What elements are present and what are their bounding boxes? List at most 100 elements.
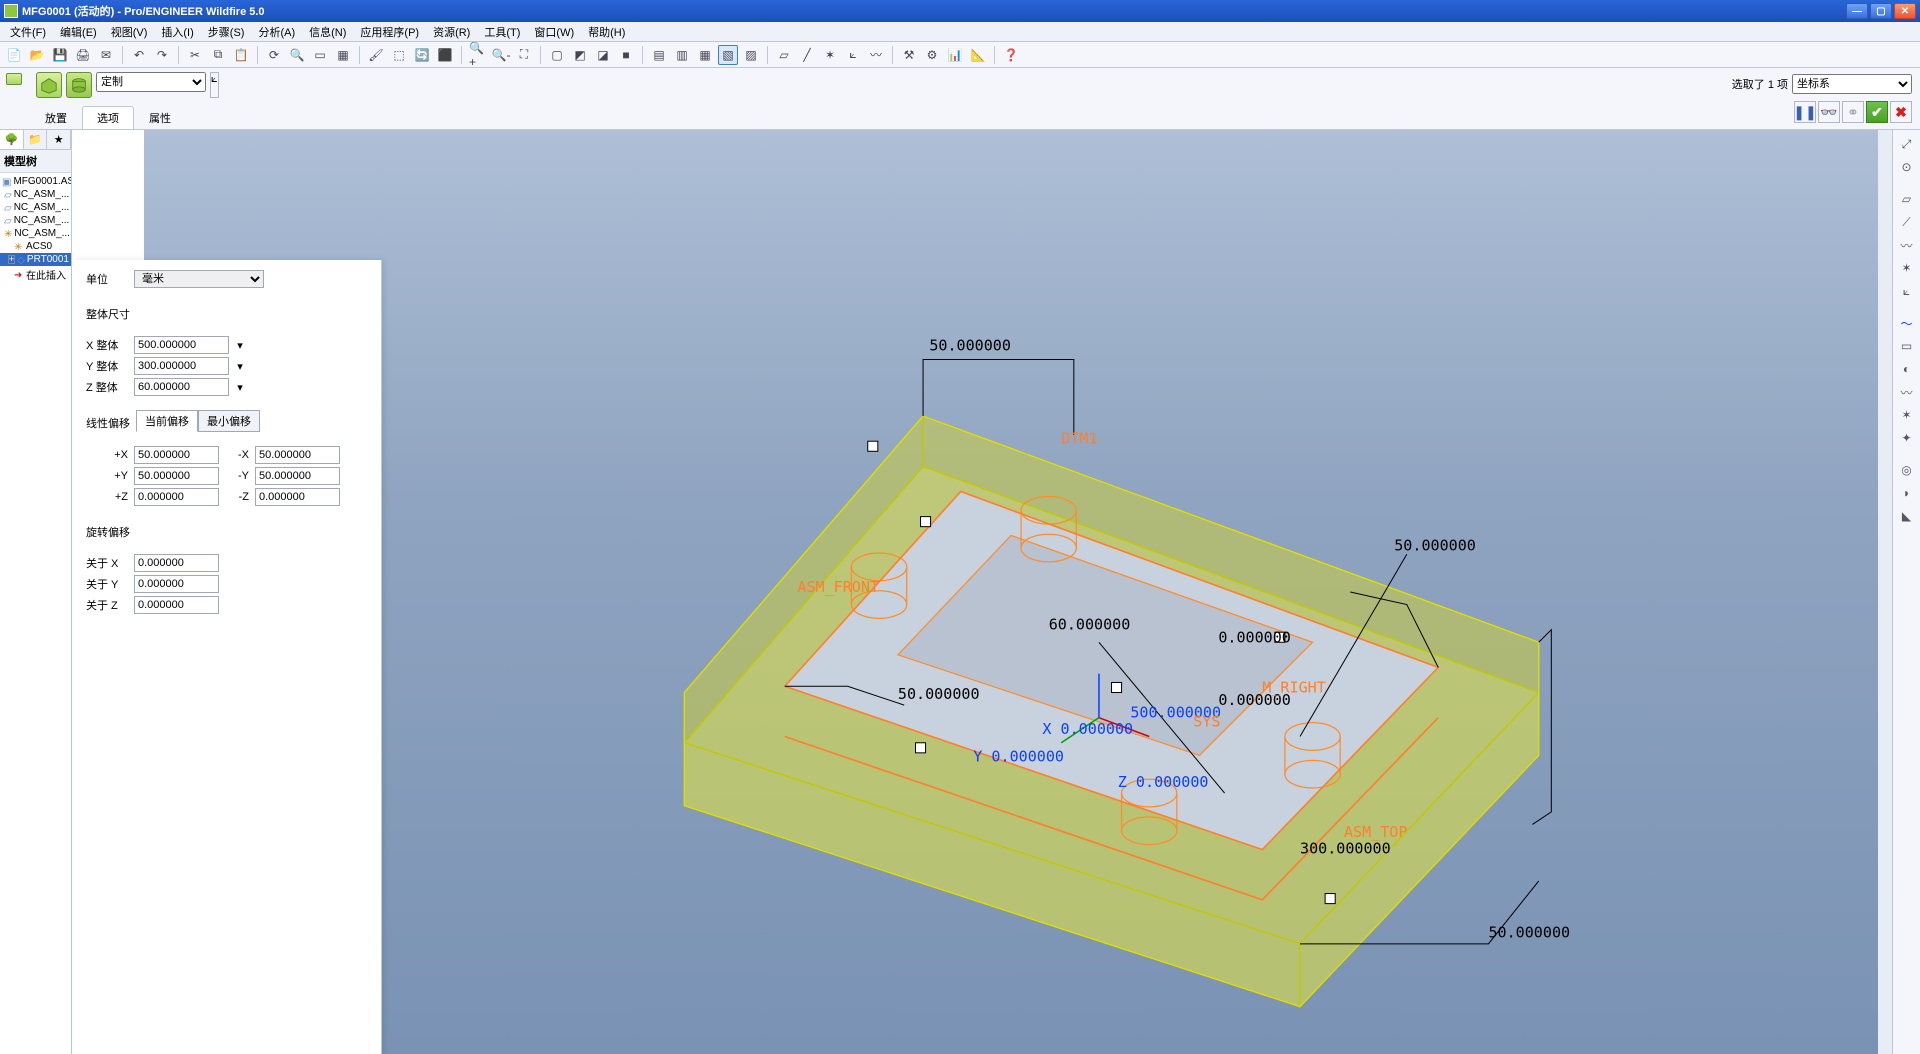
fit-icon[interactable]: ⛶ [514,45,534,65]
layer5-icon[interactable]: ▨ [741,45,761,65]
x-overall-input[interactable] [134,336,229,354]
menu-信息[interactable]: 信息(N) [303,22,352,42]
tree-node[interactable]: ▣MFG0001.ASM [0,175,71,188]
rz-input[interactable] [134,596,219,614]
layer1-icon[interactable]: ▤ [649,45,669,65]
nz-input[interactable] [255,488,340,506]
refit-icon[interactable]: ⤢ [1897,134,1917,154]
repaint-icon[interactable]: 🖌 [366,45,386,65]
extrude-icon[interactable]: ▭ [1897,336,1917,356]
maximize-button[interactable]: ▢ [1870,3,1892,19]
preview-button[interactable]: 👓 [1818,101,1840,123]
nav-tab-favorite[interactable]: ★ [47,130,71,149]
tab-properties[interactable]: 属性 [134,106,186,129]
tree-node[interactable]: ▱NC_ASM_... [0,214,71,227]
plane-icon[interactable]: ▱ [1897,189,1917,209]
rx-input[interactable] [134,554,219,572]
save-icon[interactable]: 💾 [50,45,70,65]
tree-node[interactable]: ➜在此插入 [0,266,71,283]
blend-icon[interactable]: ✶ [1897,405,1917,425]
copy-icon[interactable]: ⧉ [208,45,228,65]
datum-plane-icon[interactable]: ▱ [774,45,794,65]
regen-icon[interactable]: ⟳ [264,45,284,65]
datum-point-icon[interactable]: ✶ [820,45,840,65]
tab-placement[interactable]: 放置 [30,106,82,129]
display4-icon[interactable]: ■ [616,45,636,65]
axis-icon[interactable]: ⟋ [1897,212,1917,232]
z-overall-input[interactable] [134,378,229,396]
zoomin-icon[interactable]: 🔍+ [468,45,488,65]
csys-pick-icon[interactable]: ⟀ [210,72,219,98]
tab-min-offset[interactable]: 最小偏移 [198,410,260,432]
search-icon[interactable]: 🔍 [287,45,307,65]
layer3-icon[interactable]: ▦ [695,45,715,65]
tree-node[interactable]: ▱NC_ASM_... [0,188,71,201]
cancel-button[interactable]: ✖ [1890,101,1912,123]
new-icon[interactable]: 📄 [4,45,24,65]
nx-input[interactable] [255,446,340,464]
minimize-button[interactable]: — [1846,3,1868,19]
revolve-icon[interactable]: ◐ [1897,359,1917,379]
menu-资源[interactable]: 资源(R) [427,22,476,42]
mail-icon[interactable]: ✉ [96,45,116,65]
ok-button[interactable]: ✔ [1866,101,1888,123]
tool1-icon[interactable]: ⚒ [899,45,919,65]
pause-button[interactable]: ❚❚ [1794,101,1816,123]
datum-csys-icon[interactable]: ⟀ [843,45,863,65]
layer2-icon[interactable]: ▥ [672,45,692,65]
nav-tab-model-tree[interactable]: 🌳 [0,130,24,149]
nav-tab-folder[interactable]: 📁 [24,130,48,149]
menu-步骤[interactable]: 步骤(S) [202,22,251,42]
views-icon[interactable]: ⬛ [435,45,455,65]
tool2-icon[interactable]: ⚙ [922,45,942,65]
tree-node[interactable]: ▱NC_ASM_... [0,201,71,214]
tab-current-offset[interactable]: 当前偏移 [136,410,198,432]
cut-icon[interactable]: ✂ [185,45,205,65]
tree-node[interactable]: ✳ACS0 [0,240,71,253]
spin-center-icon[interactable]: ⊙ [1897,157,1917,177]
select-icon[interactable]: ▭ [310,45,330,65]
csys-icon[interactable]: ⟀ [1897,281,1917,301]
spin-icon[interactable]: 🔄 [412,45,432,65]
filter-icon[interactable]: ▦ [333,45,353,65]
y-overall-input[interactable] [134,357,229,375]
menu-窗口[interactable]: 窗口(W) [528,22,580,42]
style-icon[interactable]: ✦ [1897,428,1917,448]
menu-分析[interactable]: 分析(A) [252,22,301,42]
curve-icon[interactable]: 〰 [1897,235,1917,255]
ry-input[interactable] [134,575,219,593]
workpiece-box-icon[interactable] [36,72,62,98]
datum-axis-icon[interactable]: ╱ [797,45,817,65]
tree-node[interactable]: ✳NC_ASM_... [0,227,71,240]
menu-编辑[interactable]: 编辑(E) [54,22,103,42]
px-input[interactable] [134,446,219,464]
hole-icon[interactable]: ◎ [1897,460,1917,480]
menu-插入[interactable]: 插入(I) [155,22,199,42]
chamfer-icon[interactable]: ◣ [1897,506,1917,526]
pz-input[interactable] [134,488,219,506]
tool4-icon[interactable]: 📐 [968,45,988,65]
sweep-icon[interactable]: 〰 [1897,382,1917,402]
viewport[interactable]: 50.000000 50.000000 50.000000 50.000000 … [144,130,1878,1054]
close-button[interactable]: ✕ [1894,3,1916,19]
menu-视图[interactable]: 视图(V) [105,22,154,42]
unit-select[interactable]: 毫米 [134,270,264,288]
tab-options[interactable]: 选项 [82,106,134,129]
round-icon[interactable]: ◗ [1897,483,1917,503]
open-icon[interactable]: 📂 [27,45,47,65]
py-input[interactable] [134,467,219,485]
tool3-icon[interactable]: 📊 [945,45,965,65]
help-icon[interactable]: ❓ [1001,45,1021,65]
display3-icon[interactable]: ◪ [593,45,613,65]
menu-工具[interactable]: 工具(T) [478,22,526,42]
ny-input[interactable] [255,467,340,485]
zoomout-icon[interactable]: 🔍- [491,45,511,65]
paste-icon[interactable]: 📋 [231,45,251,65]
sketch-icon[interactable]: 〜 [1897,313,1917,333]
custom-select[interactable]: 定制 [96,72,206,92]
display2-icon[interactable]: ◩ [570,45,590,65]
print-icon[interactable]: 🖨 [73,45,93,65]
datum-curve-icon[interactable]: 〰 [866,45,886,65]
workpiece-cylinder-icon[interactable] [66,72,92,98]
model-tree[interactable]: ▣MFG0001.ASM▱NC_ASM_...▱NC_ASM_...▱NC_AS… [0,173,71,1054]
